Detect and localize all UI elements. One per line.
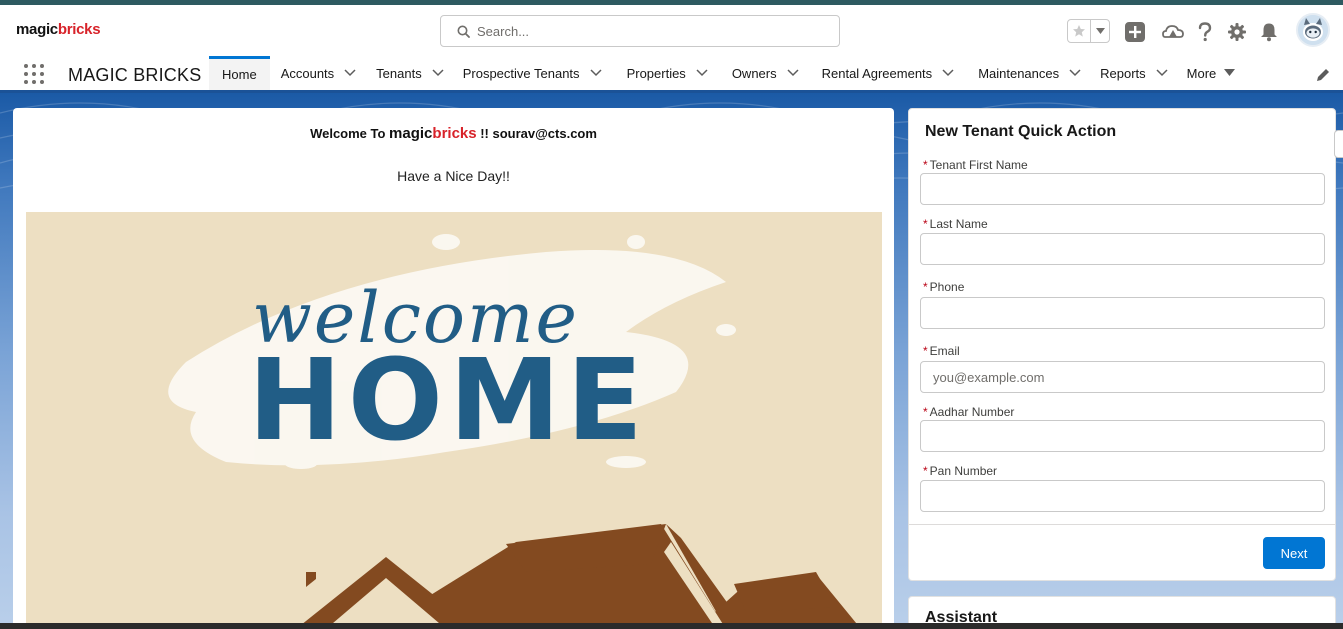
welcome-brand-bricks: bricks [432, 125, 477, 142]
favorites-list-button[interactable] [1091, 20, 1109, 42]
tab-tenants[interactable]: Tenants [356, 56, 444, 90]
required-marker: * [923, 158, 928, 172]
app-name: MAGIC BRICKS [68, 65, 202, 85]
app-logo[interactable]: magicbricks [16, 21, 101, 38]
next-button[interactable]: Next [1263, 537, 1325, 569]
tab-label: Rental Agreements [821, 65, 933, 81]
caret-down-icon[interactable] [1224, 69, 1236, 77]
setup-button[interactable] [1226, 21, 1248, 43]
chevron-down-icon[interactable] [590, 69, 602, 77]
welcome-card: Welcome To magicbricks !! sourav@cts.com… [13, 108, 894, 629]
nav-tabs: Home Accounts Tenants Prospective Tenant… [209, 56, 1236, 90]
logo-part-magic: magic [16, 21, 58, 38]
tab-label: Maintenances [978, 65, 1060, 81]
field-label-text: Phone [929, 280, 965, 294]
global-actions-button[interactable] [1124, 21, 1146, 43]
welcome-home-illustration: welcome HOME [26, 212, 882, 629]
chevron-down-icon [1095, 28, 1105, 34]
field-label-text: Tenant First Name [929, 158, 1028, 172]
last-name-label: * Last Name [923, 217, 988, 231]
tab-maintenances[interactable]: Maintenances [954, 56, 1081, 90]
window-bottom-bar [0, 623, 1343, 629]
tab-rental-agreements[interactable]: Rental Agreements [799, 56, 955, 90]
gear-icon [1228, 23, 1246, 41]
chevron-down-icon[interactable] [696, 69, 708, 77]
tab-reports[interactable]: Reports [1081, 56, 1168, 90]
trailhead-button[interactable] [1162, 21, 1184, 43]
star-icon [1073, 25, 1085, 37]
chevron-down-icon[interactable] [1069, 69, 1081, 77]
welcome-user: !! sourav@cts.com [476, 126, 597, 141]
tab-label: Owners [731, 65, 777, 81]
chevron-down-icon[interactable] [432, 69, 444, 77]
pan-number-label: * Pan Number [923, 464, 997, 478]
pencil-icon [1317, 69, 1329, 81]
pan-number-field[interactable] [920, 480, 1325, 512]
chevron-down-icon[interactable] [344, 69, 356, 77]
avatar[interactable] [1296, 13, 1330, 47]
edit-nav-button[interactable] [1316, 68, 1330, 87]
tab-home[interactable]: Home [209, 56, 270, 90]
email-field[interactable] [920, 361, 1325, 393]
tab-accounts[interactable]: Accounts [270, 56, 356, 90]
astro-avatar-icon [1298, 15, 1328, 45]
notifications-button[interactable] [1258, 21, 1280, 43]
bell-icon [1261, 23, 1277, 42]
new-tenant-quick-action-card: New Tenant Quick Action * Tenant First Na… [908, 108, 1336, 581]
favorites-button[interactable] [1068, 20, 1091, 42]
welcome-prefix: Welcome To [310, 126, 390, 141]
required-marker: * [923, 464, 928, 478]
app-launcher-icon[interactable] [24, 64, 46, 86]
tab-label: Prospective Tenants [462, 65, 580, 81]
tab-prospective-tenants[interactable]: Prospective Tenants [444, 56, 602, 90]
phone-label: * Phone [923, 280, 964, 294]
utility-panel-toggle[interactable] [1334, 130, 1343, 158]
last-name-field[interactable] [920, 233, 1325, 265]
search-input[interactable] [477, 20, 827, 42]
field-label-text: Email [929, 344, 960, 358]
tab-label: Home [222, 67, 257, 82]
field-label-text: Last Name [929, 217, 988, 231]
cloud-trailhead-icon [1162, 25, 1184, 38]
required-marker: * [923, 280, 928, 294]
tenant-first-name-field[interactable] [920, 173, 1325, 205]
chevron-down-icon[interactable] [1156, 69, 1168, 77]
field-label-text: Pan Number [929, 464, 998, 478]
tab-more[interactable]: More [1168, 56, 1236, 90]
tab-label: Tenants [376, 65, 422, 81]
tab-owners[interactable]: Owners [708, 56, 799, 90]
phone-field[interactable] [920, 297, 1325, 329]
global-header: magicbricks [0, 5, 1343, 56]
tab-label: Reports [1100, 65, 1146, 81]
required-marker: * [923, 405, 928, 419]
welcome-brand-magic: magic [389, 125, 433, 142]
required-marker: * [923, 217, 928, 231]
favorites-group [1067, 19, 1110, 43]
welcome-heading: Welcome To magicbricks !! sourav@cts.com [13, 125, 894, 142]
field-label-text: Aadhar Number [929, 405, 1015, 419]
navigation-bar: MAGIC BRICKS Home Accounts Tenants Prosp… [0, 56, 1343, 93]
tab-label: More [1186, 65, 1217, 81]
tab-label: Properties [626, 65, 686, 81]
chevron-down-icon[interactable] [942, 69, 954, 77]
search-icon [457, 25, 470, 38]
tab-properties[interactable]: Properties [602, 56, 708, 90]
tenant-first-name-label: * Tenant First Name [923, 158, 1028, 172]
logo-part-bricks: bricks [57, 21, 101, 38]
quick-action-footer-divider [909, 524, 1335, 525]
plus-icon [1125, 22, 1145, 42]
email-label: * Email [923, 344, 960, 358]
welcome-home-image: welcome HOME [26, 212, 882, 629]
chevron-down-icon[interactable] [787, 69, 799, 77]
global-search[interactable] [440, 15, 840, 47]
help-icon [1198, 22, 1212, 42]
help-button[interactable] [1194, 21, 1216, 43]
required-marker: * [923, 344, 928, 358]
quick-action-title: New Tenant Quick Action [925, 123, 1117, 140]
welcome-subtitle: Have a Nice Day!! [397, 168, 510, 184]
home-big-text: HOME [248, 336, 649, 466]
aadhar-number-field[interactable] [920, 420, 1325, 452]
tab-label: Accounts [280, 65, 335, 81]
aadhar-number-label: * Aadhar Number [923, 405, 1014, 419]
